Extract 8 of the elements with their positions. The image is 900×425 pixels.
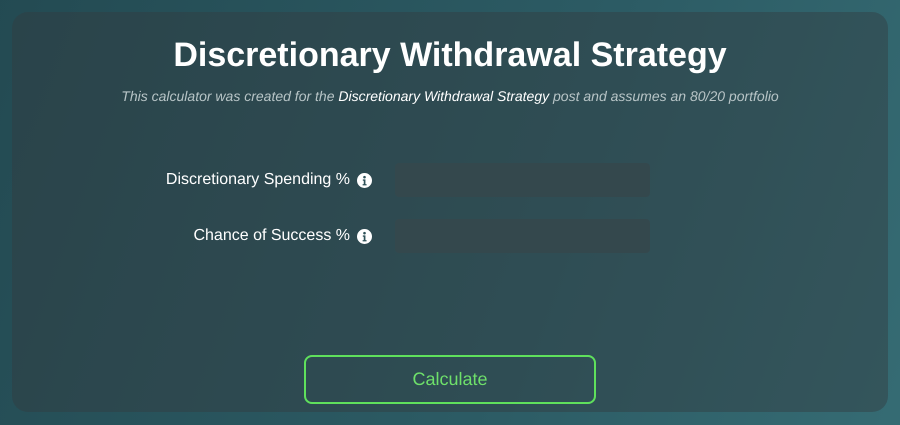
field-label: Discretionary Spending %	[166, 171, 350, 189]
info-icon[interactable]	[357, 172, 372, 188]
page-title: Discretionary Withdrawal Strategy	[173, 35, 727, 76]
calculate-button[interactable]: Calculate	[304, 355, 596, 404]
subtitle: This calculator was created for the Discretionary Withdrawal Strategy post and assumes an 80/20 portfolio	[121, 88, 779, 104]
field-label: Chance of Success %	[193, 227, 350, 245]
post-link[interactable]: Discretionary Withdrawal Strategy	[338, 88, 550, 104]
info-icon[interactable]	[357, 228, 372, 244]
